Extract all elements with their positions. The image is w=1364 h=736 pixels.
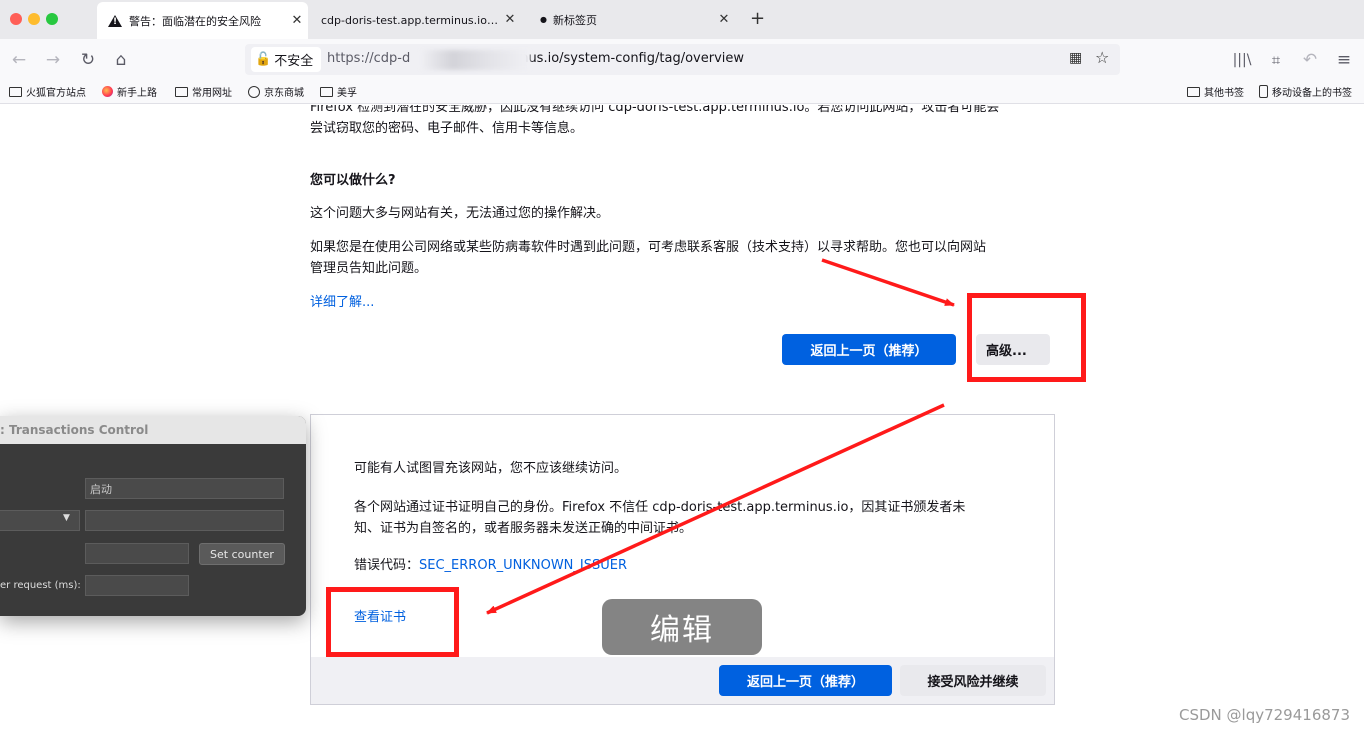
annotation-arrow-to-advanced <box>821 258 955 307</box>
annotation-arrow-to-view-certificate <box>486 403 945 615</box>
csdn-watermark: CSDN @lqy729416873 <box>1179 706 1350 724</box>
annotation-arrows <box>486 258 955 615</box>
